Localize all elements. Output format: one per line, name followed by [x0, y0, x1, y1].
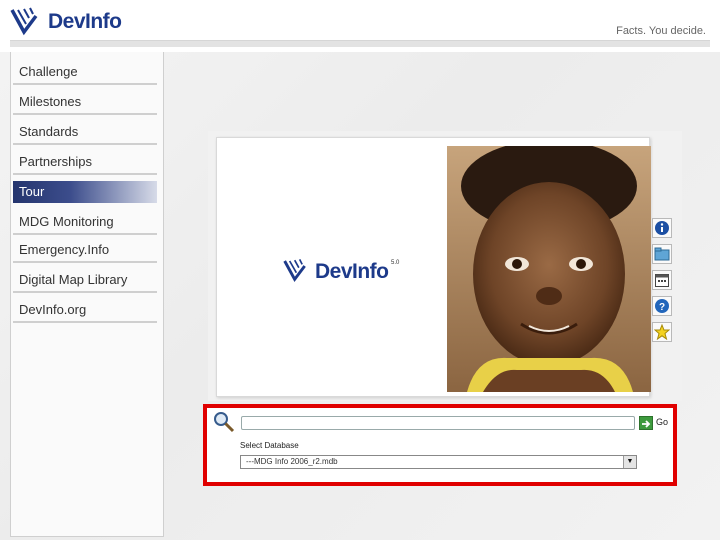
calendar-button[interactable]: [652, 270, 672, 290]
folder-icon: [654, 247, 670, 261]
header-logo-text: DevInfo: [48, 10, 122, 33]
arrow-right-icon: [642, 420, 651, 428]
sidebar-item-mdg-monitoring[interactable]: MDG Monitoring: [13, 208, 157, 235]
sidebar-item-emergency-info[interactable]: Emergency.Info: [13, 236, 157, 263]
svg-text:?: ?: [659, 302, 665, 313]
database-search-panel: Go Select Database ---MDG Info 2006_r2.m…: [203, 404, 677, 486]
devinfo-logo-icon: [283, 258, 306, 283]
devinfo-logo-icon: [10, 7, 38, 36]
page: DevInfo Facts. You decide. Challenge Mil…: [0, 0, 720, 540]
chevron-down-icon[interactable]: ▼: [623, 456, 636, 468]
sidebar-item-standards[interactable]: Standards: [13, 118, 157, 145]
splash-logo: DevInfo 5.0: [283, 256, 403, 290]
sidebar-item-digital-map-library[interactable]: Digital Map Library: [13, 266, 157, 293]
sidebar-item-devinfo-org[interactable]: DevInfo.org: [13, 296, 157, 323]
header: DevInfo Facts. You decide.: [0, 0, 720, 52]
header-divider: [10, 40, 710, 47]
star-icon: [654, 324, 670, 340]
open-button[interactable]: [652, 244, 672, 264]
search-input[interactable]: [241, 416, 635, 430]
splash-logo-mark: 5.0: [391, 260, 400, 266]
header-logo[interactable]: DevInfo: [10, 4, 158, 44]
child-portrait-image: [447, 146, 651, 392]
sidebar-item-tour[interactable]: Tour: [13, 181, 157, 203]
help-button[interactable]: ?: [652, 296, 672, 316]
go-button[interactable]: [639, 416, 653, 430]
sidebar-item-milestones[interactable]: Milestones: [13, 88, 157, 115]
calendar-icon: [655, 274, 669, 287]
child-photo: [447, 146, 651, 392]
database-select-value: ---MDG Info 2006_r2.mdb: [246, 457, 338, 466]
sidebar-item-partnerships[interactable]: Partnerships: [13, 148, 157, 175]
splash-card: DevInfo 5.0: [216, 137, 651, 397]
select-database-label: Select Database: [240, 441, 299, 450]
help-icon: ?: [655, 299, 669, 313]
info-button[interactable]: [652, 218, 672, 238]
sidebar-nav: Challenge Milestones Standards Partnersh…: [10, 52, 164, 537]
search-icon: [214, 412, 235, 433]
tagline: Facts. You decide.: [616, 25, 706, 37]
sidebar-item-challenge[interactable]: Challenge: [13, 58, 157, 85]
go-label[interactable]: Go: [656, 417, 668, 427]
content-panel: DevInfo 5.0: [208, 131, 682, 401]
splash-logo-text: DevInfo: [315, 260, 389, 283]
favorites-button[interactable]: [652, 322, 672, 342]
info-icon: [655, 221, 669, 235]
database-select[interactable]: ---MDG Info 2006_r2.mdb ▼: [240, 455, 637, 469]
